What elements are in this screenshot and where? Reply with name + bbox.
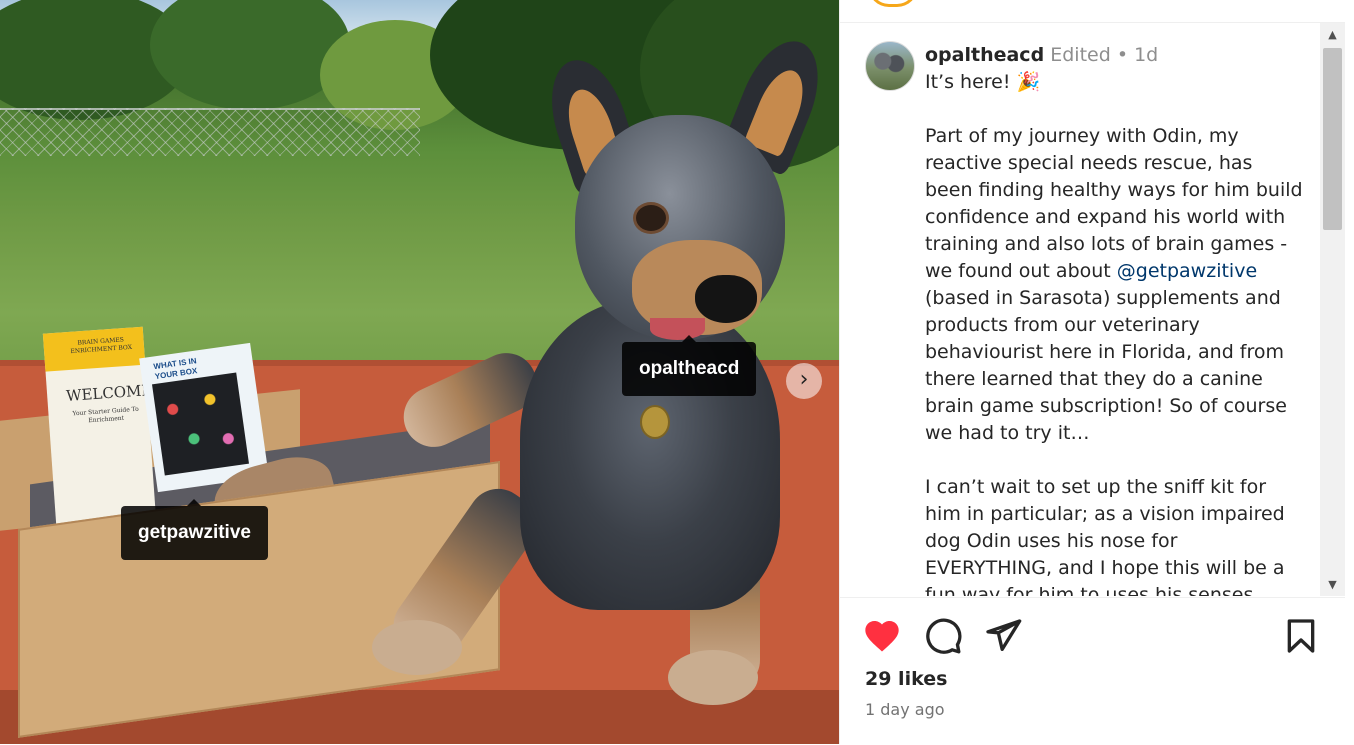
- user-tag-opaltheacd[interactable]: opaltheacd: [622, 335, 757, 396]
- post-age[interactable]: 1d: [1134, 44, 1158, 66]
- dog-left-paw: [372, 620, 462, 675]
- scroll-down-arrow-icon[interactable]: ▼: [1320, 574, 1345, 596]
- caption-first-line: It’s here! 🎉: [925, 71, 1041, 93]
- caption-scroll-area[interactable]: opaltheacd Edited • 1d It’s here! 🎉 Part…: [840, 23, 1320, 596]
- post-actions: 29 likes 1 day ago: [840, 597, 1345, 745]
- user-tag-getpawzitive[interactable]: getpawzitive: [121, 499, 268, 560]
- bookmark-icon[interactable]: [1281, 616, 1321, 656]
- fence: [0, 108, 420, 156]
- post-timestamp[interactable]: 1 day ago: [865, 700, 945, 719]
- separator-dot: •: [1116, 44, 1129, 66]
- heart-icon[interactable]: [862, 616, 902, 656]
- caption-username[interactable]: opaltheacd: [925, 44, 1044, 66]
- post-header: [840, 0, 1345, 23]
- caption: opaltheacd Edited • 1d It’s here! 🎉 Part…: [925, 42, 1305, 596]
- paw-print-bandana: [152, 372, 249, 476]
- caption-paragraph-1-text-cont: (based in Sarasota) supplements and prod…: [925, 287, 1287, 444]
- post-side-panel: opaltheacd Edited • 1d It’s here! 🎉 Part…: [839, 0, 1345, 744]
- scrollbar-thumb[interactable]: [1323, 48, 1342, 230]
- send-icon[interactable]: [983, 616, 1023, 656]
- caption-paragraph-2: I can’t wait to set up the sniff kit for…: [925, 476, 1285, 596]
- scroll-up-arrow-icon[interactable]: ▲: [1320, 23, 1345, 45]
- caption-paragraph-1: Part of my journey with Odin, my reactiv…: [925, 123, 1305, 447]
- avatar[interactable]: [865, 41, 915, 91]
- caption-paragraph-1-text: Part of my journey with Odin, my reactiv…: [925, 125, 1303, 282]
- post-image[interactable]: BRAIN GAMES ENRICHMENT BOX WELCOME Your …: [0, 0, 839, 744]
- comment-icon[interactable]: [923, 616, 963, 656]
- background-tree: [150, 0, 350, 110]
- story-ring-avatar[interactable]: [868, 0, 918, 7]
- dog-eye: [636, 205, 666, 231]
- likes-count[interactable]: 29 likes: [865, 668, 947, 690]
- dog-nose: [695, 275, 757, 323]
- dog-right-paw: [668, 650, 758, 705]
- edited-label: Edited: [1050, 44, 1111, 66]
- chevron-right-icon[interactable]: ›: [786, 363, 822, 399]
- dog-collar-tag: [640, 405, 670, 439]
- mention-link[interactable]: @getpawzitive: [1117, 260, 1257, 282]
- dog-tongue: [650, 318, 705, 340]
- scrollbar[interactable]: ▲ ▼: [1320, 23, 1345, 596]
